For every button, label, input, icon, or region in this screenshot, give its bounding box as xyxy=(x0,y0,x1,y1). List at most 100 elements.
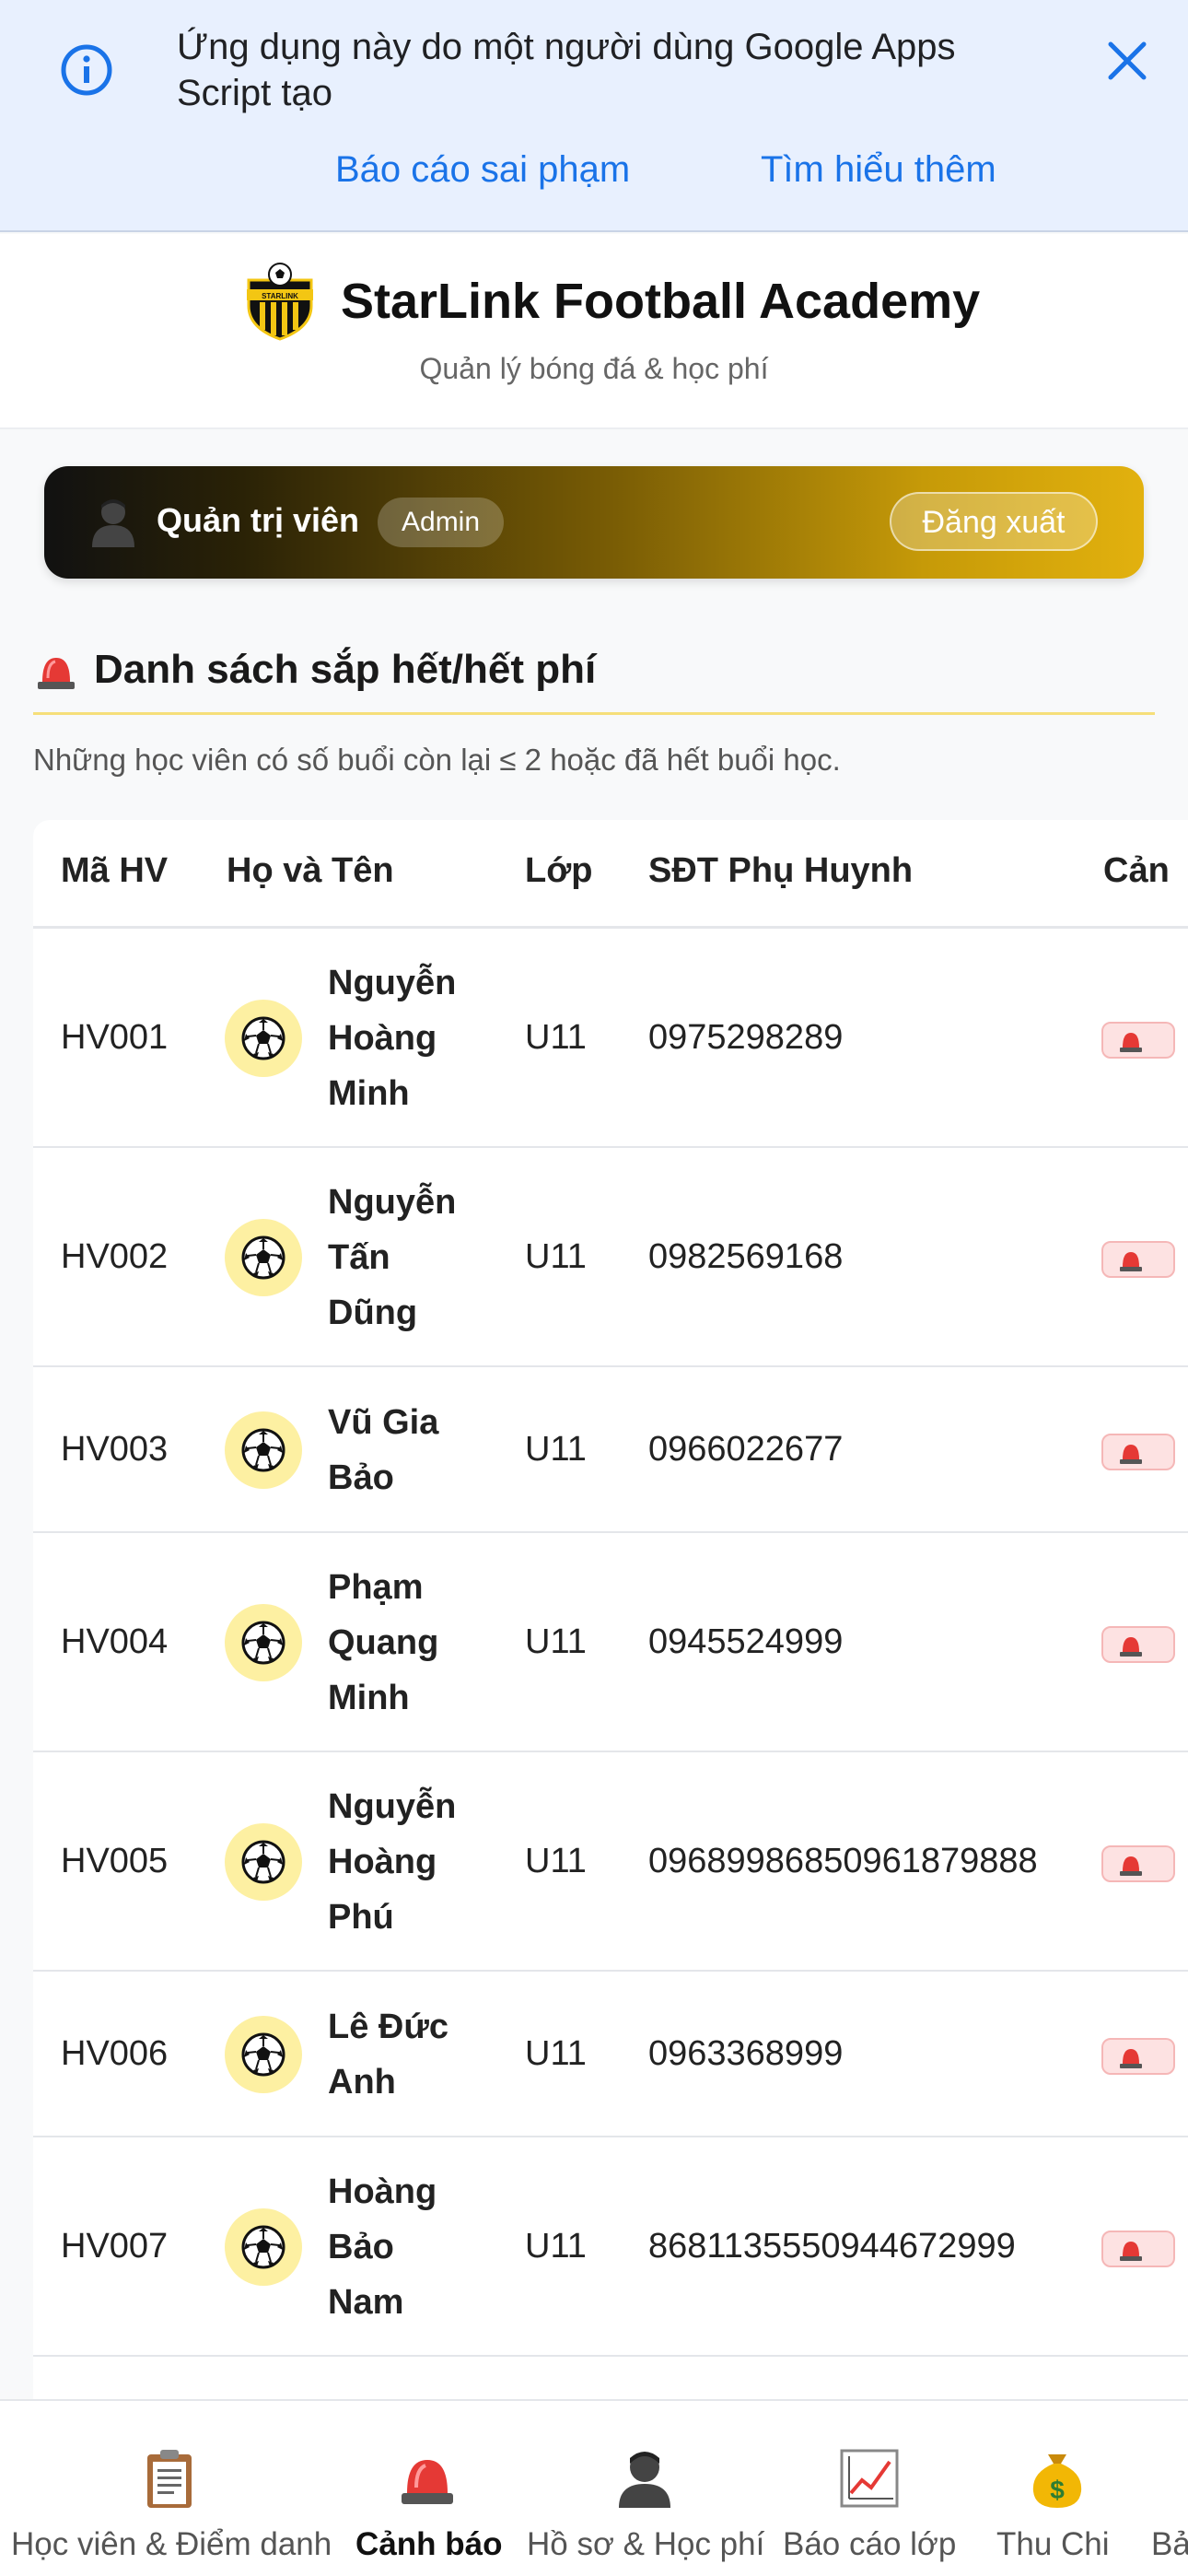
banner-message: Ứng dụng này do một người dùng Google Ap… xyxy=(177,27,956,113)
nav-label-income-expense: Thu Chi xyxy=(996,2526,1110,2562)
column-header-id: Mã HV xyxy=(61,851,169,890)
soccer-ball-icon xyxy=(241,2032,285,2077)
section-description: Những học viên có số buổi còn lại ≤ 2 ho… xyxy=(33,743,841,777)
admin-name: Quản trị viên xyxy=(157,501,360,539)
nav-item-class-report[interactable]: Báo cáo lớp xyxy=(779,2401,960,2576)
siren-icon xyxy=(1120,1033,1142,1052)
table-row: HV006 Lê Đức Anh U11 0963368999 xyxy=(33,1972,1188,2137)
nav-item-more[interactable]: Bả xyxy=(1147,2401,1188,2576)
student-name: Hoàng Bảo Nam xyxy=(328,2164,466,2330)
app-subtitle: Quản lý bóng đá & học phí xyxy=(419,352,769,385)
soccer-ball-icon xyxy=(241,1840,285,1884)
siren-icon xyxy=(1120,1637,1142,1657)
soccer-ball-avatar xyxy=(225,1219,302,1296)
soccer-ball-avatar xyxy=(225,2016,302,2093)
student-id: HV005 xyxy=(61,1842,169,1880)
close-icon[interactable] xyxy=(1101,35,1153,87)
parent-phone: 0968998685​0961879888 xyxy=(648,1842,1038,1880)
student-name-line: Anh xyxy=(328,2063,396,2102)
bottom-navigation: Học viên & Điểm danh Cảnh báo Hồ sơ & Họ… xyxy=(0,2399,1188,2576)
student-name: Lê Đức Anh xyxy=(328,1999,466,2110)
warning-badge xyxy=(1101,2231,1175,2267)
student-name-line: Nguyễn xyxy=(328,964,457,1002)
user-silhouette-icon xyxy=(619,2452,670,2508)
student-name-line: Lê Đức xyxy=(328,2008,448,2046)
table-header: Mã HV Họ và Tên Lớp SĐT Phụ Huynh Cản xyxy=(33,820,1188,929)
parent-phone: 0945524999 xyxy=(648,1622,844,1661)
warning-badge xyxy=(1101,1626,1175,1663)
student-id: HV003 xyxy=(61,1430,169,1469)
column-header-class: Lớp xyxy=(525,851,593,890)
soccer-ball-avatar xyxy=(225,1411,302,1489)
student-class: U11 xyxy=(525,1430,587,1469)
student-name-line: Bảo xyxy=(328,1458,394,1497)
student-class: U11 xyxy=(525,1842,587,1880)
student-name-line: Minh xyxy=(328,1074,410,1113)
admin-bar: Quản trị viên Admin Đăng xuất xyxy=(44,466,1144,579)
siren-icon xyxy=(1120,1252,1142,1271)
soccer-ball-avatar xyxy=(225,1000,302,1077)
app-title: StarLink Football Academy xyxy=(341,274,981,329)
parent-phone: 0982569168 xyxy=(648,1237,844,1276)
student-name-line: Hoàng xyxy=(328,1019,437,1058)
soccer-ball-icon xyxy=(241,1428,285,1472)
fee-warning-table: Mã HV Họ và Tên Lớp SĐT Phụ Huynh Cản HV… xyxy=(33,820,1188,2403)
siren-icon xyxy=(1120,1856,1142,1876)
warning-badge xyxy=(1101,1022,1175,1059)
apps-script-banner: Ứng dụng này do một người dùng Google Ap… xyxy=(0,0,1188,232)
student-name-line: Bảo xyxy=(328,2228,394,2266)
student-name-line: Hoàng xyxy=(328,2172,437,2211)
admin-avatar-icon xyxy=(92,499,134,547)
nav-item-income-expense[interactable]: $ Thu Chi xyxy=(989,2401,1127,2576)
column-header-warning: Cản xyxy=(1103,851,1170,890)
student-id: HV002 xyxy=(61,1237,169,1276)
soccer-ball-icon xyxy=(241,1016,285,1060)
parent-phone: 0975298289 xyxy=(648,1018,844,1057)
table-row: HV004 Phạm Quang Minh U11 0945524999 xyxy=(33,1533,1188,1752)
student-class: U11 xyxy=(525,2034,587,2073)
parent-phone: 0966022677 xyxy=(648,1430,844,1469)
student-class: U11 xyxy=(525,1237,587,1276)
student-name-line: Hoàng xyxy=(328,1843,437,1881)
role-badge: Admin xyxy=(378,498,505,547)
svg-text:STARLINK: STARLINK xyxy=(262,292,298,300)
student-name-line: Nam xyxy=(328,2283,404,2322)
student-name: Nguyễn Tấn Dũng xyxy=(328,1175,466,1341)
student-name-line: Minh xyxy=(328,1679,410,1717)
svg-text:$: $ xyxy=(1050,2476,1065,2504)
report-abuse-link[interactable]: Báo cáo sai phạm xyxy=(335,149,630,191)
siren-icon xyxy=(402,2460,453,2504)
nav-label-warnings: Cảnh báo xyxy=(355,2526,503,2562)
student-name: Nguyễn Hoàng Phú xyxy=(328,1779,466,1945)
nav-item-profile-fees[interactable]: Hồ sơ & Học phí xyxy=(521,2401,766,2576)
money-bag-icon: $ xyxy=(1032,2454,1082,2508)
warning-badge xyxy=(1101,1845,1175,1882)
student-id: HV006 xyxy=(61,2034,169,2073)
chart-icon xyxy=(840,2449,899,2508)
siren-icon xyxy=(1120,1445,1142,1464)
soccer-ball-icon xyxy=(241,1235,285,1280)
student-name-line: Dũng xyxy=(328,1294,418,1332)
table-row: HV003 Vũ Gia Bảo U11 0966022677 xyxy=(33,1367,1188,1533)
clipboard-icon xyxy=(147,2450,192,2508)
student-id: HV004 xyxy=(61,1622,169,1661)
student-class: U11 xyxy=(525,1622,587,1661)
nav-label-profile-fees: Hồ sơ & Học phí xyxy=(527,2526,765,2562)
table-row-partial xyxy=(33,2357,1188,2403)
soccer-ball-icon xyxy=(241,1621,285,1665)
learn-more-link[interactable]: Tìm hiểu thêm xyxy=(761,149,996,191)
logout-button[interactable]: Đăng xuất xyxy=(890,492,1098,551)
student-class: U11 xyxy=(525,1018,587,1057)
nav-item-students[interactable]: Học viên & Điểm danh xyxy=(0,2401,332,2576)
table-row: HV002 Nguyễn Tấn Dũng U11 0982569168 xyxy=(33,1148,1188,1367)
student-name: Phạm Quang Minh xyxy=(328,1560,466,1726)
soccer-ball-avatar xyxy=(225,2208,302,2286)
nav-item-warnings[interactable]: Cảnh báo xyxy=(341,2401,516,2576)
section-title: Danh sách sắp hết/hết phí xyxy=(94,647,597,692)
soccer-ball-avatar xyxy=(225,1823,302,1901)
student-name: Nguyễn Hoàng Minh xyxy=(328,955,466,1121)
nav-label-more: Bả xyxy=(1151,2526,1188,2562)
nav-label-students: Học viên & Điểm danh xyxy=(11,2526,332,2562)
student-name-line: Phú xyxy=(328,1898,394,1937)
nav-label-class-report: Báo cáo lớp xyxy=(783,2526,957,2562)
